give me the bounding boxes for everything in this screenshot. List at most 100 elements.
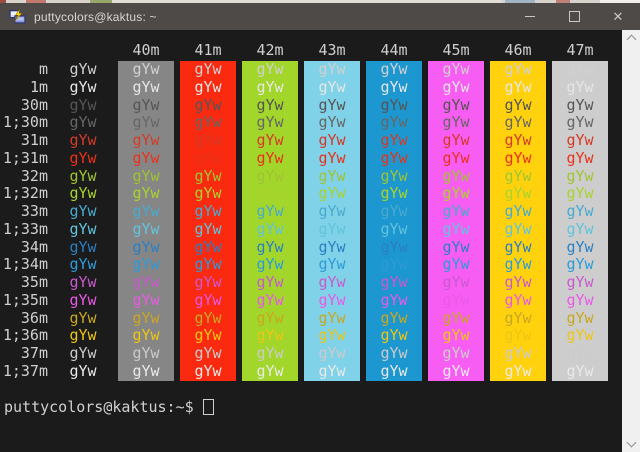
color-cell: gYw [428,149,484,168]
color-cell: gYw [304,113,360,132]
row-label: 1;33m [2,219,48,238]
color-cell: gYw [242,291,298,310]
color-cell: gYw [428,184,484,203]
color-cell: gYw [242,113,298,132]
color-cell: gYw [180,167,236,186]
color-cell: gYw [118,149,174,168]
color-cell: gYw [366,202,422,221]
grid-row: 30m gYw gYw gYw gYw gYw gYw gYw gYw gYw [0,96,614,115]
row-label: 32m [20,166,48,185]
color-cell: gYw [118,78,174,97]
grid-row: 1;33m gYw gYw gYw gYw gYw gYw gYw gYw gYw [0,219,614,239]
window-title: puttycolors@kaktus: ~ [34,9,157,24]
scroll-down-icon[interactable] [626,437,636,448]
color-cell: gYw [490,167,546,186]
color-cell: gYw [552,202,608,221]
row-label: 36m [20,308,48,327]
color-cell: gYw [118,167,174,186]
color-cell: gYw [242,326,298,345]
color-cell: gYw [366,60,422,79]
color-cell: gYw [366,78,422,97]
row-label: m [38,60,48,78]
row-label: 34m [20,237,48,256]
default-bg-cell: gYw [69,184,97,203]
color-cell: gYw [118,113,174,132]
color-cell: gYw [304,291,360,310]
default-bg-cell: gYw [69,290,97,309]
color-cell: gYw [428,60,484,79]
column-header: 42m [256,41,284,59]
color-cell: gYw [366,309,422,328]
close-button[interactable]: ✕ [596,3,640,30]
color-cell: gYw [180,96,236,115]
row-label: 1;37m [2,361,48,380]
color-cell: gYw [304,362,360,381]
color-cell: gYw [428,309,484,328]
default-bg-cell: gYw [69,166,97,185]
color-cell: gYw [304,309,360,328]
shell-prompt: puttycolors@kaktus:~$ [4,398,194,416]
default-bg-cell: gYw [69,219,97,238]
color-cell: gYw [180,131,236,150]
color-cell: gYw [304,149,360,168]
color-cell: gYw [428,362,484,381]
grid-row: 1m gYw gYw gYw gYw gYw gYw gYw gYw gYw [0,78,614,97]
color-cell: gYw [180,273,236,292]
column-header: 45m [442,41,470,59]
color-cell: gYw [428,96,484,115]
row-label: 37m [20,344,48,362]
color-cell: gYw [366,344,422,363]
maximize-button[interactable] [552,3,596,30]
row-label: 33m [20,202,48,220]
color-cell: gYw [490,291,546,310]
scroll-up-icon[interactable] [626,34,636,45]
color-cell: gYw [490,149,546,168]
color-cell: gYw [366,238,422,257]
grid-row: 35m gYw gYw gYw gYw gYw gYw gYw gYw gYw [0,273,614,292]
putty-icon[interactable] [9,8,26,25]
color-cell: gYw [304,167,360,186]
scrollbar[interactable] [622,30,640,452]
titlebar[interactable]: puttycolors@kaktus: ~ ✕ [0,3,640,30]
color-cell: gYw [242,362,298,381]
color-cell: gYw [118,96,174,115]
color-cell: gYw [490,96,546,115]
color-cell: gYw [118,202,174,221]
color-cell: gYw [552,131,608,150]
default-bg-cell: gYw [69,131,97,149]
color-cell: gYw [552,96,608,115]
row-label: 1;35m [2,290,48,309]
color-cell: gYw [304,255,360,274]
color-cell: gYw [428,131,484,150]
color-cell: gYw [242,309,298,328]
minimize-button[interactable] [508,3,552,30]
color-cell: gYw [366,291,422,310]
color-cell: gYw [118,255,174,274]
grid-row: 37m gYw gYw gYw gYw gYw gYw gYw gYw gYw [0,344,614,363]
color-cell: gYw [490,113,546,132]
color-cell: gYw [118,326,174,345]
default-bg-cell: gYw [69,237,97,256]
grid-row: 1;30m gYw gYw gYw gYw gYw gYw gYw gYw gYw [0,113,614,132]
color-cell: gYw [118,184,174,203]
color-cell: gYw [490,202,546,221]
color-cell: gYw [428,238,484,257]
row-label: 1;34m [2,255,48,274]
color-cell: gYw [490,309,546,328]
color-cell: gYw [552,60,608,79]
color-cell: gYw [428,291,484,310]
color-cell: gYw [552,113,608,132]
maximize-icon [568,11,580,22]
color-cell: gYw [428,326,484,345]
minimize-icon [525,16,535,17]
color-cell: gYw [242,184,298,203]
column-headers: 40m 41m 42m 43m 44m 45m 46m 47m [0,42,614,58]
color-cell: gYw [180,291,236,310]
terminal-screen[interactable]: 40m 41m 42m 43m 44m 45m 46m 47m m gYw gYw gYw gYw gY… [0,30,622,452]
color-cell: gYw [366,255,422,274]
color-cell: gYw [366,167,422,186]
default-bg-cell: gYw [69,308,97,327]
color-cell: gYw [428,167,484,186]
color-cell: gYw [552,220,608,239]
color-cell: gYw [552,362,608,381]
